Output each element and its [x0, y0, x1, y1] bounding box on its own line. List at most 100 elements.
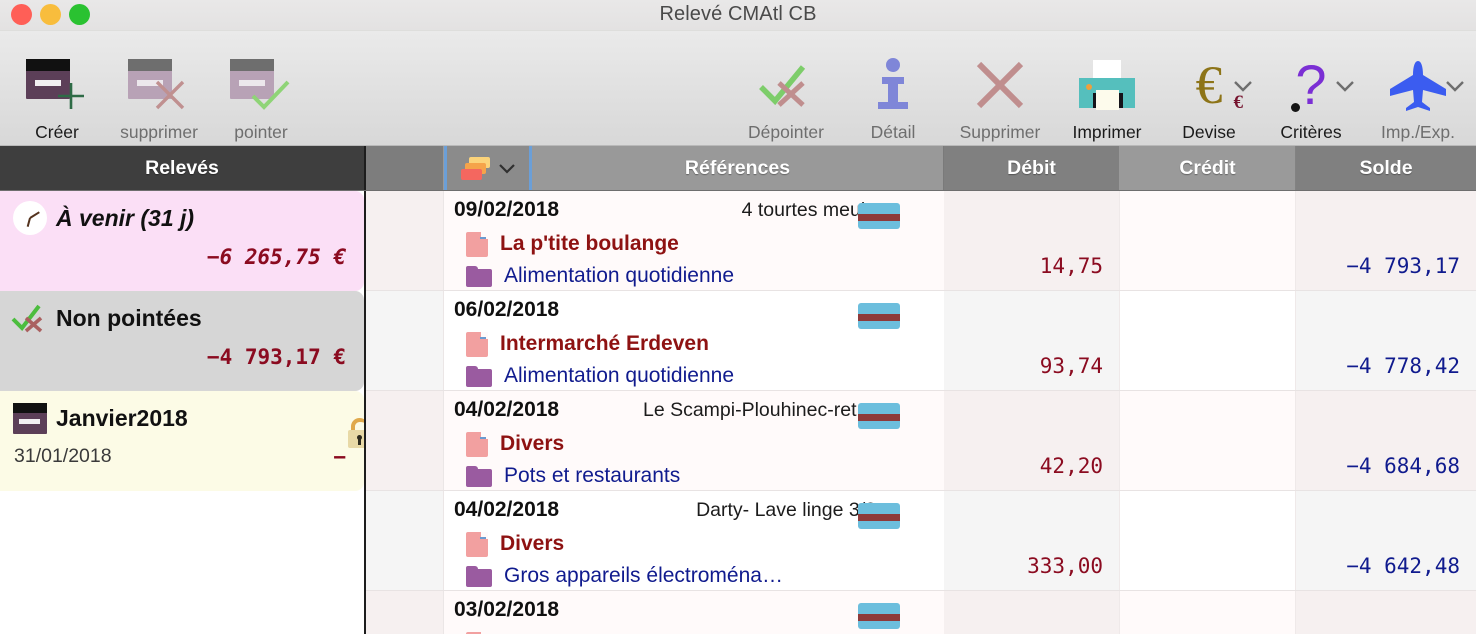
airplane-glyph — [1390, 61, 1446, 111]
column-header-credit[interactable]: Crédit — [1120, 146, 1296, 190]
sidebar-item-label-janvier2018: Janvier2018 — [56, 404, 188, 431]
sidebar-date-janvier2018: 31/01/2018 — [14, 445, 112, 467]
toolbar-label-depointer: Dépointer — [748, 122, 824, 142]
chevron-down-icon[interactable] — [1233, 80, 1253, 92]
chevron-down-icon[interactable] — [1445, 80, 1465, 92]
row-category: Alimentation quotidienne — [504, 364, 734, 387]
row-payee: Divers — [500, 532, 565, 555]
toolbar-label-supprimer-left: supprimer — [120, 122, 198, 142]
toolbar-button-imprimer[interactable]: Imprimer — [1056, 39, 1158, 145]
toolbar-label-devise: Devise — [1182, 122, 1236, 142]
column-header-row: Relevés Références Débit Crédit Solde — [0, 146, 1476, 191]
row-debit: 14,75 — [944, 191, 1120, 290]
row-note: Le Scampi-Plouhinec-ret… — [642, 399, 876, 421]
table-row[interactable]: 06/02/2018 Intermarché Erdeven Alimentat… — [366, 291, 1476, 391]
column-header-gutter — [366, 146, 444, 190]
toolbar-button-creer[interactable]: Créer — [6, 39, 108, 145]
toolbar-button-imp-exp[interactable]: Imp./Exp. — [1362, 39, 1474, 145]
printer-glyph — [1076, 60, 1138, 110]
card-icon — [8, 402, 52, 434]
toolbar-label-criteres: Critères — [1280, 122, 1342, 142]
toolbar-button-pointer[interactable]: pointer — [210, 39, 312, 145]
row-payee: Divers — [500, 432, 565, 455]
row-gutter — [366, 391, 444, 490]
sidebar-amount-a-venir: −6 265,75 € — [206, 245, 346, 269]
card-stack-icon — [460, 157, 491, 180]
row-date: 04/02/2018 — [454, 498, 560, 521]
table-row[interactable]: 09/02/2018 4 tourtes meule La p'tite bou… — [366, 191, 1476, 291]
table-row[interactable]: 03/02/2018 Aldi — [366, 591, 1476, 634]
sidebar-item-non-pointees[interactable]: Non pointées −4 793,17 € — [0, 291, 364, 391]
euro-glyph: € — [1195, 55, 1223, 115]
info-icon — [842, 54, 944, 116]
table-row[interactable]: 04/02/2018 Le Scampi-Plouhinec-ret… Dive… — [366, 391, 1476, 491]
euro-small-glyph: € — [1233, 92, 1244, 113]
application-window: Relevé CMAtl CB Créer supprimer pointer … — [0, 0, 1476, 634]
check-x-icon — [8, 303, 52, 333]
sidebar-amount-janvier2018: − — [333, 445, 346, 469]
tag-icon — [466, 431, 488, 457]
column-header-debit[interactable]: Débit — [944, 146, 1120, 190]
x-glyph — [976, 61, 1024, 109]
folder-icon — [466, 465, 492, 487]
row-gutter — [366, 291, 444, 390]
row-debit: 333,00 — [944, 491, 1120, 590]
chevron-down-icon[interactable] — [1335, 80, 1355, 92]
toolbar-button-devise[interactable]: € € Devise — [1158, 39, 1260, 145]
title-bar: Relevé CMAtl CB — [0, 0, 1476, 31]
info-glyph — [878, 58, 908, 109]
card-plus-icon — [6, 54, 108, 116]
column-header-cards[interactable] — [444, 146, 532, 190]
row-payee: Intermarché Erdeven — [500, 332, 709, 355]
row-references: 03/02/2018 Aldi — [444, 591, 944, 634]
question-mark-icon: ? — [1260, 54, 1362, 116]
table-row[interactable]: 04/02/2018 Darty- Lave linge 3/3 Divers … — [366, 491, 1476, 591]
row-category: Pots et restaurants — [504, 464, 681, 487]
toolbar-button-detail[interactable]: Détail — [842, 39, 944, 145]
check-x-icon — [730, 54, 842, 116]
row-references: 09/02/2018 4 tourtes meule La p'tite bou… — [444, 191, 944, 290]
question-dot-icon — [1291, 103, 1300, 112]
clock-icon — [8, 201, 52, 235]
window-title: Relevé CMAtl CB — [659, 3, 817, 25]
row-credit — [1120, 191, 1296, 290]
row-credit — [1120, 591, 1296, 634]
row-gutter — [366, 491, 444, 590]
column-header-releves[interactable]: Relevés — [0, 146, 366, 190]
tag-icon — [466, 231, 488, 257]
toolbar-button-depointer[interactable]: Dépointer — [730, 39, 842, 145]
toolbar-right-group: Dépointer Détail Supprimer Imprimer € € … — [730, 31, 1474, 145]
row-gutter — [366, 191, 444, 290]
row-solde: −4 793,17 — [1296, 191, 1476, 290]
row-note: Darty- Lave linge 3/3 — [696, 499, 876, 521]
row-credit — [1120, 391, 1296, 490]
releves-sidebar: À venir (31 j) −6 265,75 € Non pointées … — [0, 191, 366, 634]
row-solde — [1296, 591, 1476, 634]
row-references: 04/02/2018 Darty- Lave linge 3/3 Divers … — [444, 491, 944, 590]
printer-icon — [1056, 54, 1158, 116]
folder-icon — [466, 265, 492, 287]
tag-icon — [466, 331, 488, 357]
euro-icon: € € — [1158, 54, 1260, 116]
row-credit — [1120, 491, 1296, 590]
toolbar-left-group: Créer supprimer pointer — [6, 31, 312, 145]
sidebar-item-janvier2018[interactable]: Janvier2018 31/01/2018 − — [0, 391, 364, 491]
column-header-references[interactable]: Références — [532, 146, 944, 190]
credit-card-icon — [858, 603, 900, 629]
credit-card-icon — [858, 203, 900, 229]
chevron-down-icon[interactable] — [498, 163, 516, 174]
toolbar-button-criteres[interactable]: ? Critères — [1260, 39, 1362, 145]
toolbar-label-detail: Détail — [870, 122, 916, 142]
column-header-solde[interactable]: Solde — [1296, 146, 1476, 190]
row-date: 03/02/2018 — [454, 598, 560, 621]
airplane-icon — [1362, 54, 1474, 116]
folder-icon — [466, 565, 492, 587]
check-x-glyph — [11, 304, 43, 333]
x-icon — [944, 54, 1056, 116]
sidebar-item-a-venir[interactable]: À venir (31 j) −6 265,75 € — [0, 191, 364, 291]
toolbar-button-supprimer[interactable]: Supprimer — [944, 39, 1056, 145]
toolbar-button-supprimer-left[interactable]: supprimer — [108, 39, 210, 145]
row-note: 4 tourtes meule — [741, 199, 876, 221]
row-category: Gros appareils électroména… — [504, 564, 783, 587]
row-date: 09/02/2018 — [454, 198, 560, 221]
